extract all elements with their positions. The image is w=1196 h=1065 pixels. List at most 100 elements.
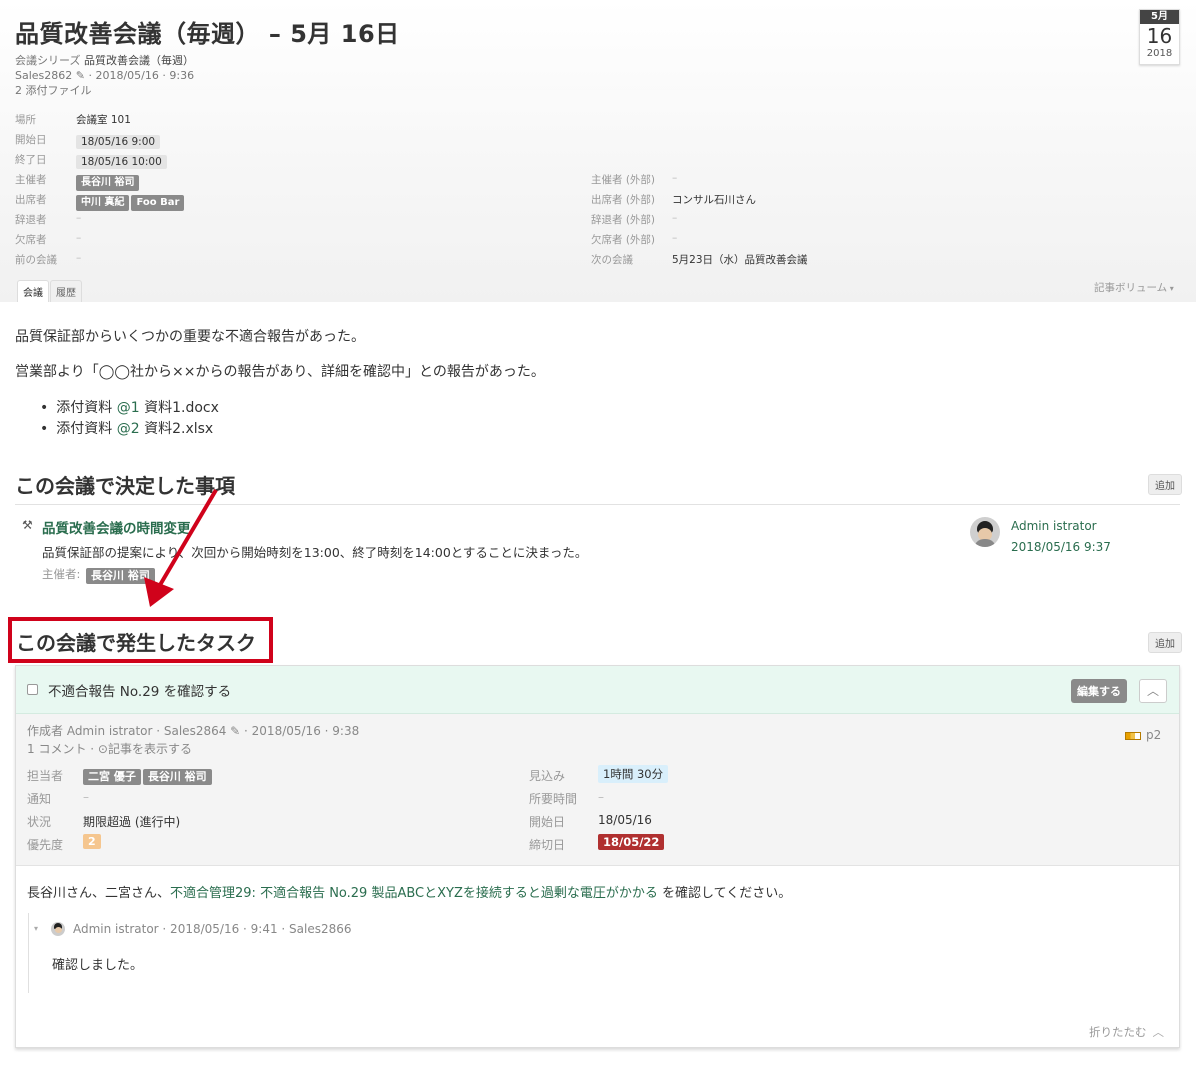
- comment-avatar: [51, 922, 65, 936]
- assignee-tags: 二宮 優子 長谷川 裕司: [83, 765, 214, 785]
- location-value: 会議室 101: [76, 114, 131, 126]
- attachment-list-item: • 添付資料 @2 資料2.xlsx: [40, 418, 213, 438]
- task-comments-line[interactable]: 1 コメント · ⊙記事を表示する: [27, 740, 192, 757]
- prev-meeting-value: –: [76, 252, 82, 264]
- collapse-label: 折りたたむ: [1089, 1025, 1147, 1039]
- attendee-tag[interactable]: 中川 真紀: [76, 195, 130, 211]
- organizer-tag[interactable]: 長谷川 裕司: [76, 175, 140, 191]
- due-value: 18/05/22: [598, 834, 665, 850]
- comment-header: Admin istrator · 2018/05/16 · 9:41 · Sal…: [73, 922, 352, 936]
- estimate-label: 見込み: [529, 769, 566, 783]
- volume-label: 記事ボリューム: [1094, 282, 1168, 294]
- page: 品質改善会議（毎週） – 5月 16日 会議シリーズ 品質改善会議（毎週） Sa…: [0, 0, 1196, 1065]
- end-label: 終了日: [15, 154, 47, 166]
- tasks-heading: この会議で発生したタスク: [16, 631, 256, 655]
- absent-label: 欠席者: [15, 234, 47, 246]
- task-body-link[interactable]: 不適合管理29: 不適合報告 No.29 製品ABCとXYZを接続すると過剰な電…: [170, 886, 658, 901]
- calendar-day: 16: [1146, 24, 1173, 48]
- decision-author[interactable]: Admin istrator: [1011, 519, 1097, 533]
- attachment-prefix: 添付資料: [56, 421, 117, 437]
- calendar-month: 5月: [1140, 10, 1179, 24]
- due-label: 締切日: [529, 838, 566, 852]
- notify-label: 通知: [27, 792, 52, 806]
- gavel-icon: ⚒: [22, 518, 33, 532]
- decision-time: 2018/05/16 9:37: [1011, 540, 1111, 554]
- task-start-label: 開始日: [529, 815, 566, 829]
- edit-task-button[interactable]: 編集する: [1071, 679, 1127, 703]
- bullet-icon: •: [40, 400, 49, 416]
- series-link[interactable]: 品質改善会議（毎週）: [84, 54, 194, 67]
- task-checkbox[interactable]: [27, 684, 38, 695]
- page-title: 品質改善会議（毎週） – 5月 16日: [15, 20, 400, 48]
- assignee-tag[interactable]: 長谷川 裕司: [142, 769, 212, 785]
- add-decision-button[interactable]: 追加: [1148, 474, 1182, 495]
- paragraph-2: 営業部より「◯◯社から××からの報告があり、詳細を確認中」との報告があった。: [15, 364, 545, 380]
- chevron-down-icon: ▾: [1167, 284, 1174, 293]
- paragraph-1: 品質保証部からいくつかの重要な不適合報告があった。: [15, 329, 365, 345]
- arrow-annotation-icon: [144, 488, 218, 607]
- series-line: 会議シリーズ 品質改善会議（毎週）: [15, 53, 194, 68]
- ext-declined-label: 辞退者 (外部): [591, 214, 656, 226]
- priority-bars-icon: [1125, 732, 1141, 740]
- ext-attendees-label: 出席者 (外部): [591, 194, 656, 206]
- next-meeting-label: 次の会議: [591, 254, 633, 266]
- priority-label: 優先度: [27, 838, 64, 852]
- ext-organizer-label: 主催者 (外部): [591, 174, 656, 186]
- ext-absent-label: 欠席者 (外部): [591, 234, 656, 246]
- declined-label: 辞退者: [15, 214, 47, 226]
- ext-declined-value: –: [672, 212, 678, 224]
- assignee-tag[interactable]: 二宮 優子: [83, 769, 141, 785]
- task-header: 不適合報告 No.29 を確認する 編集する ︿: [16, 666, 1179, 714]
- organizer-label: 主催者: [15, 174, 47, 186]
- avatar: [970, 517, 1000, 547]
- assignee-label: 担当者: [27, 769, 64, 783]
- spent-label: 所要時間: [529, 792, 578, 806]
- chevron-up-icon: ︿: [1152, 1025, 1165, 1039]
- record-info: Sales2862 ✎ · 2018/05/16 · 9:36: [15, 69, 195, 82]
- start-value: 18/05/16 9:00: [76, 135, 161, 149]
- task-body-suffix: を確認してください。: [657, 886, 792, 901]
- task-card: 不適合報告 No.29 を確認する 編集する ︿ 作成者 Admin istra…: [15, 665, 1180, 1048]
- decision-organizer-label: 主催者:: [42, 567, 81, 581]
- comment-toggle-icon[interactable]: ▾: [34, 924, 38, 933]
- attachment-ref[interactable]: @1: [117, 400, 140, 416]
- start-label: 開始日: [15, 134, 47, 146]
- attendee-tag[interactable]: Foo Bar: [131, 195, 185, 211]
- comment-body: 確認しました。: [52, 958, 144, 973]
- attachment-ref[interactable]: @2: [117, 421, 140, 437]
- volume-menu[interactable]: 記事ボリューム ▾: [1094, 280, 1174, 295]
- bullet-icon: •: [40, 421, 49, 437]
- priority-code: p2: [1146, 728, 1162, 742]
- comment-thread-line: [28, 913, 29, 993]
- calendar-badge: 5月 16 2018: [1139, 9, 1180, 65]
- task-creator-line: 作成者 Admin istrator · Sales2864 ✎ · 2018/…: [27, 724, 360, 738]
- priority-badge: 2: [83, 834, 101, 849]
- attachments-link[interactable]: 2 添付ファイル: [15, 83, 92, 98]
- collapse-link[interactable]: 折りたたむ ︿: [1089, 1024, 1164, 1040]
- add-task-button[interactable]: 追加: [1148, 632, 1182, 653]
- declined-value: –: [76, 212, 82, 224]
- next-meeting-link[interactable]: 5月23日（水）品質改善会議: [672, 252, 808, 267]
- tab-history[interactable]: 履歴: [50, 280, 82, 302]
- calendar-year: 2018: [1146, 48, 1173, 59]
- series-label: 会議シリーズ: [15, 54, 81, 67]
- ext-organizer-value: –: [672, 172, 678, 184]
- notify-value: –: [83, 790, 89, 804]
- attachment-prefix: 添付資料: [56, 400, 117, 416]
- prev-meeting-label: 前の会議: [15, 254, 57, 266]
- task-title[interactable]: 不適合報告 No.29 を確認する: [48, 680, 231, 700]
- location-label: 場所: [15, 114, 36, 126]
- task-body-prefix: 長谷川さん、二宮さん、: [27, 886, 171, 901]
- estimate-value: 1時間 30分: [598, 765, 669, 783]
- collapse-up-icon[interactable]: ︿: [1139, 679, 1167, 703]
- spent-value: –: [598, 790, 604, 804]
- attendees-tags: 中川 真紀 Foo Bar: [76, 190, 186, 211]
- attendees-label: 出席者: [15, 194, 47, 206]
- end-value: 18/05/16 10:00: [76, 155, 167, 169]
- ext-attendees-value: コンサル石川さん: [672, 194, 756, 206]
- ext-absent-value: –: [672, 232, 678, 244]
- decision-body: 品質保証部の提案により、次回から開始時刻を13:00、終了時刻を14:00とする…: [42, 545, 588, 560]
- absent-value: –: [76, 232, 82, 244]
- tab-meeting[interactable]: 会議: [17, 280, 49, 302]
- task-start-value: 18/05/16: [598, 813, 652, 827]
